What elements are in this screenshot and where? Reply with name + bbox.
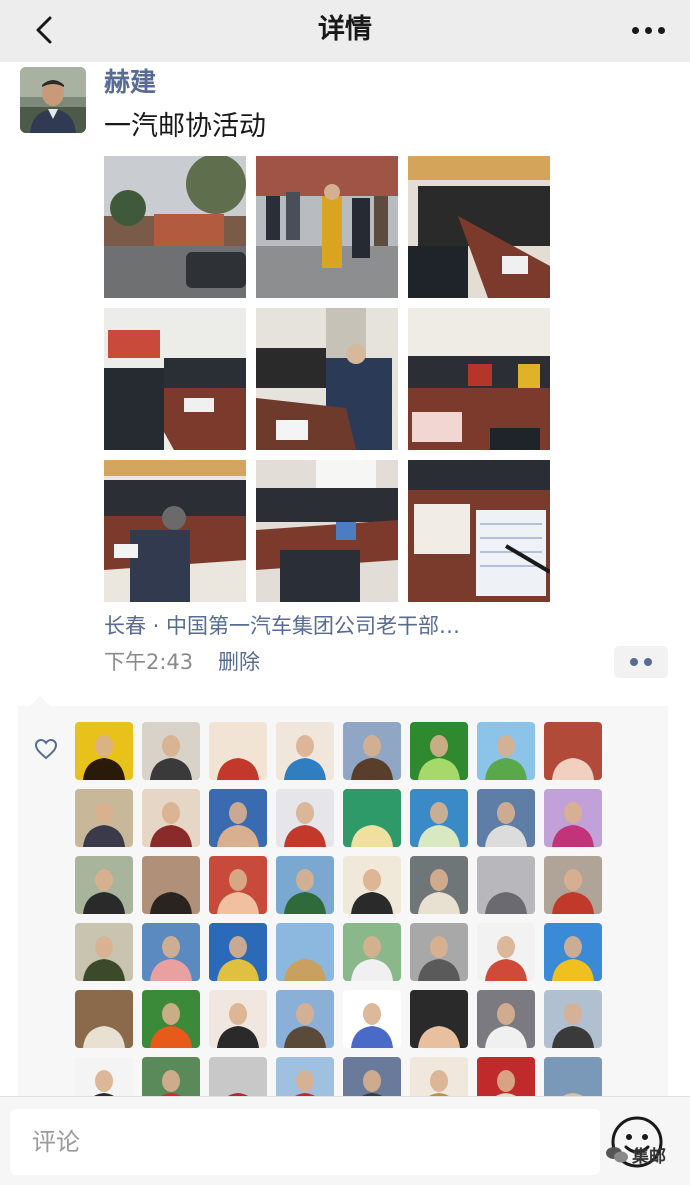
photo-meeting-room-5[interactable]: [104, 460, 246, 602]
liker-avatar[interactable]: [343, 722, 401, 780]
comment-bar: [0, 1096, 690, 1185]
liker-avatar[interactable]: [209, 856, 267, 914]
liker-avatar[interactable]: [142, 722, 200, 780]
author-avatar[interactable]: [20, 67, 86, 133]
liker-avatar[interactable]: [544, 789, 602, 847]
liker-avatar[interactable]: [276, 990, 334, 1048]
page-title: 详情: [318, 14, 372, 45]
liker-avatar[interactable]: [75, 990, 133, 1048]
comment-input[interactable]: [10, 1109, 600, 1175]
liker-avatar[interactable]: [209, 923, 267, 981]
liker-avatar[interactable]: [75, 923, 133, 981]
liker-avatar[interactable]: [544, 856, 602, 914]
top-bar: 详情: [0, 0, 690, 62]
liker-avatar[interactable]: [410, 990, 468, 1048]
liker-avatar[interactable]: [477, 722, 535, 780]
likes-panel: [18, 696, 668, 1115]
liker-avatar[interactable]: [477, 990, 535, 1048]
liker-avatar[interactable]: [477, 923, 535, 981]
delete-link[interactable]: 删除: [218, 648, 260, 676]
liker-avatar[interactable]: [276, 722, 334, 780]
liker-avatar[interactable]: [142, 990, 200, 1048]
photo-grid: [104, 156, 550, 602]
photo-meeting-room-3[interactable]: [256, 308, 398, 450]
liker-avatar[interactable]: [410, 722, 468, 780]
watermark: 集邮: [606, 1142, 666, 1167]
liker-avatar[interactable]: [544, 990, 602, 1048]
more-dots-icon: [631, 26, 639, 34]
heart-outline-icon: [34, 738, 58, 760]
watermark-text: 集邮: [632, 1147, 666, 1167]
liker-avatar[interactable]: [343, 923, 401, 981]
photo-meeting-room-2[interactable]: [104, 308, 246, 450]
photo-building-street[interactable]: [104, 156, 246, 298]
more-button[interactable]: [628, 16, 668, 44]
liker-avatar[interactable]: [209, 722, 267, 780]
photo-stamps-table[interactable]: [408, 460, 550, 602]
photo-crowd-outdoor[interactable]: [256, 156, 398, 298]
photo-meeting-room-6[interactable]: [256, 460, 398, 602]
liker-avatar[interactable]: [544, 923, 602, 981]
wechat-icon: [606, 1146, 628, 1162]
liker-avatar[interactable]: [142, 856, 200, 914]
post-location[interactable]: 长春 · 中国第一汽车集团公司老干部…: [104, 612, 460, 640]
liker-avatar[interactable]: [276, 856, 334, 914]
liker-avatar[interactable]: [75, 856, 133, 914]
liker-avatar[interactable]: [343, 990, 401, 1048]
liker-avatar[interactable]: [410, 923, 468, 981]
liker-avatar[interactable]: [276, 789, 334, 847]
liker-avatar[interactable]: [75, 722, 133, 780]
liker-avatar[interactable]: [209, 789, 267, 847]
liker-avatar[interactable]: [142, 923, 200, 981]
liker-avatar[interactable]: [142, 789, 200, 847]
post-action-button[interactable]: [614, 646, 668, 678]
liker-avatar[interactable]: [276, 923, 334, 981]
liker-avatar[interactable]: [209, 990, 267, 1048]
liker-avatar[interactable]: [343, 789, 401, 847]
post-text: 一汽邮协活动: [104, 111, 266, 142]
post-time: 下午2:43: [104, 650, 194, 674]
photo-meeting-room-4[interactable]: [408, 308, 550, 450]
liker-avatar[interactable]: [410, 856, 468, 914]
author-name[interactable]: 赫建: [104, 66, 156, 100]
more-dots-icon: [630, 658, 638, 666]
liker-avatar[interactable]: [477, 789, 535, 847]
photo-meeting-room-1[interactable]: [408, 156, 550, 298]
liker-avatar[interactable]: [75, 789, 133, 847]
liker-avatar[interactable]: [477, 856, 535, 914]
liker-avatar[interactable]: [544, 722, 602, 780]
liker-avatar[interactable]: [343, 856, 401, 914]
liker-avatar[interactable]: [410, 789, 468, 847]
